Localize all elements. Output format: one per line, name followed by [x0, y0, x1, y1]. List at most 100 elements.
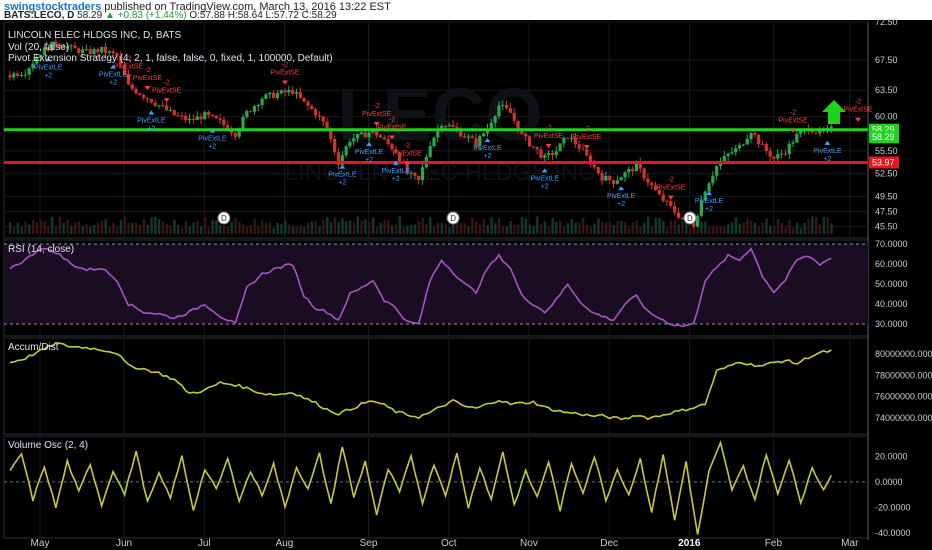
volume-bar	[643, 222, 646, 234]
candle-body	[321, 116, 325, 122]
candle-body	[199, 116, 203, 120]
volume-bar	[788, 219, 791, 234]
candle-body	[210, 114, 215, 116]
x-tick-label: 2016	[678, 538, 701, 549]
candle-body	[715, 165, 719, 176]
candle-body	[271, 92, 276, 98]
volume-bar	[608, 222, 612, 234]
accum-dist-pane-title[interactable]: Accum/Dist	[8, 342, 59, 353]
candle-body	[695, 215, 700, 227]
candle-body	[390, 143, 394, 150]
volume-bar	[360, 220, 363, 234]
x-tick-label: Oct	[441, 538, 457, 549]
volume-bar	[708, 226, 711, 234]
volume-bar	[459, 223, 463, 234]
short-signal-label: PivExtSE	[843, 107, 873, 114]
short-signal-count: -2	[584, 126, 590, 133]
candle-body	[218, 118, 222, 120]
price-axis-badge-label: 53.97	[872, 157, 895, 167]
candle-body	[413, 172, 417, 176]
volume-bar	[727, 224, 730, 234]
chart-canvas[interactable]: May Jun Jul Aug Sep Oct Nov Dec 2016 Feb Mar 72.50 6…	[0, 0, 932, 550]
volume-bar	[257, 226, 260, 234]
short-signal-label: PivExtSE	[393, 151, 423, 158]
candle-body	[145, 97, 150, 100]
rsi-pane-title[interactable]: RSI (14, close)	[8, 244, 74, 255]
volume-bar	[639, 226, 642, 234]
candle-body	[333, 139, 337, 153]
long-signal-count: +2	[823, 156, 831, 163]
volume-bar	[192, 222, 195, 234]
candle-body	[214, 115, 218, 119]
candle-body	[134, 88, 138, 94]
volume-bar	[795, 222, 799, 234]
volume-bar	[291, 227, 295, 234]
volume-bar	[646, 216, 650, 234]
volume-bar	[753, 222, 757, 234]
candle-body	[673, 205, 677, 213]
candle-body	[27, 68, 31, 75]
candle-body	[661, 194, 665, 201]
volume-bar	[501, 226, 505, 234]
candle-body	[180, 115, 184, 117]
candle-body	[417, 175, 421, 180]
volume-bar	[562, 226, 566, 234]
candle-body	[302, 97, 306, 102]
volume-bar	[245, 227, 249, 234]
long-signal-label: PivExtLE	[473, 145, 502, 152]
study-legend-label[interactable]: Pivot Extension Strategy (4, 2, 1, false…	[8, 53, 333, 64]
volume-bar	[306, 222, 310, 234]
volume-bar	[115, 227, 119, 234]
volume-bar	[601, 221, 604, 234]
long-signal-count: +2	[338, 180, 346, 187]
candle-body	[795, 133, 799, 143]
volume-bar	[303, 227, 306, 234]
candle-body	[260, 98, 264, 105]
x-tick-label: Jun	[116, 538, 132, 549]
volume-bar	[348, 220, 352, 234]
candle-body	[12, 73, 16, 78]
volume-bar	[51, 216, 54, 234]
candle-body	[665, 200, 669, 202]
study-legend-label[interactable]: Vol (20, false)	[8, 42, 69, 53]
volume-bar	[12, 226, 16, 234]
volume-bar	[478, 223, 482, 234]
volume-bar	[604, 222, 608, 234]
volume-bar	[673, 220, 677, 234]
candle-body	[73, 45, 77, 49]
candle-body	[16, 73, 20, 76]
candle-body	[157, 105, 161, 107]
volume-bar	[410, 225, 413, 234]
long-signal-count: +2	[208, 144, 216, 151]
volume-bar	[390, 225, 394, 234]
volume-bar	[620, 220, 623, 234]
candle-body	[753, 133, 757, 135]
dividend-marker-label: D	[687, 214, 693, 223]
volume-osc-pane-title[interactable]: Volume Osc (2, 4)	[8, 440, 88, 451]
y-tick-label: 47.50	[875, 206, 898, 216]
candle-body	[69, 45, 73, 47]
volume-bar	[135, 222, 138, 234]
candle-body	[279, 90, 283, 94]
y-tick-label: 78000000.000	[875, 370, 932, 380]
volume-bar	[593, 223, 596, 234]
volume-bar	[555, 221, 558, 234]
volume-bar	[310, 221, 314, 234]
candle-body	[611, 180, 616, 184]
candle-body	[581, 148, 585, 150]
volume-bar	[723, 226, 726, 234]
candle-body	[707, 183, 711, 192]
y-tick-label: 60.00	[875, 112, 898, 122]
candle-body	[642, 168, 646, 179]
candle-body	[443, 126, 448, 128]
volume-bar	[730, 222, 734, 234]
volume-bar	[169, 225, 172, 234]
candle-body	[100, 46, 104, 53]
candle-body	[627, 168, 631, 173]
candle-body	[634, 162, 639, 172]
volume-bar	[539, 223, 543, 234]
volume-bar	[272, 227, 275, 234]
candle-body	[558, 143, 562, 152]
volume-bar	[803, 222, 806, 234]
candle-body	[130, 84, 134, 89]
